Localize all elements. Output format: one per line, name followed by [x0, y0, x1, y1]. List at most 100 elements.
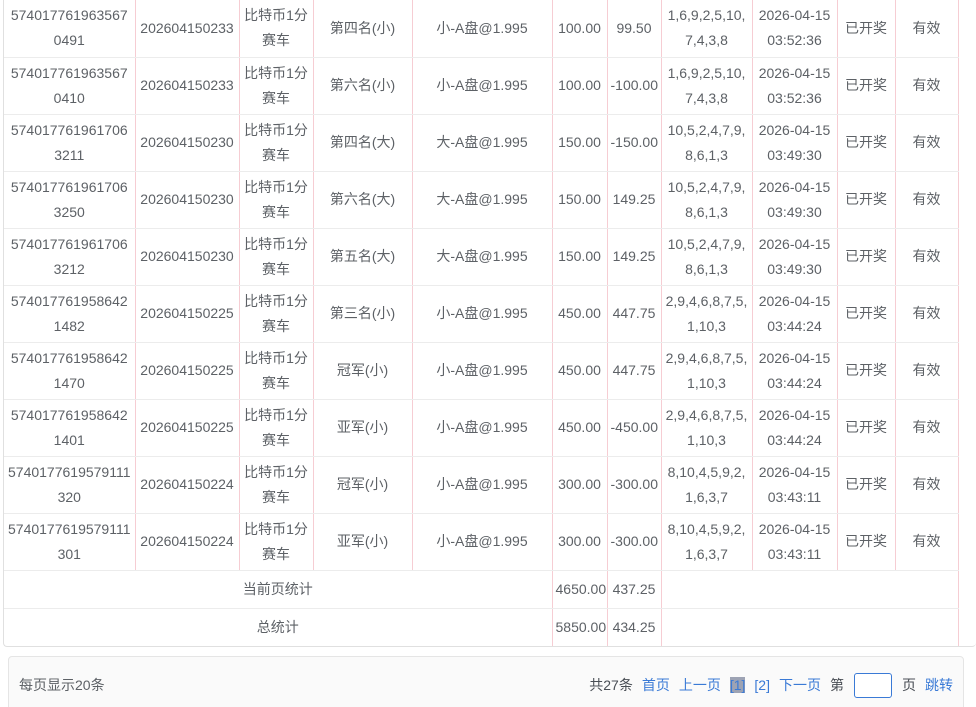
- cell-profit: 447.75: [607, 342, 661, 399]
- cell-plate-odds: 小-A盘@1.995: [412, 342, 552, 399]
- cell-period: 202604150233: [135, 0, 239, 57]
- cell-period: 202604150225: [135, 285, 239, 342]
- cell-bet-type: 第四名(小): [313, 0, 412, 57]
- cell-status: 已开奖: [837, 342, 895, 399]
- cell-status: 已开奖: [837, 285, 895, 342]
- cell-order-id: 5740177619617063250: [4, 171, 135, 228]
- cell-plate-odds: 小-A盘@1.995: [412, 57, 552, 114]
- table-body: 5740177619635670491202604150233比特币1分赛车第四…: [4, 0, 958, 646]
- cell-status: 已开奖: [837, 0, 895, 57]
- table-row: 5740177619635670491202604150233比特币1分赛车第四…: [4, 0, 958, 57]
- cell-draw-result: 8,10,4,5,9,2,1,6,3,7: [661, 456, 752, 513]
- cell-draw-time: 2026-04-15 03:43:11: [752, 513, 837, 570]
- cell-draw-time: 2026-04-15 03:52:36: [752, 57, 837, 114]
- cell-game-name: 比特币1分赛车: [239, 171, 313, 228]
- page-number-links: [1] [2]: [730, 677, 770, 693]
- jump-suffix-label: 页: [902, 675, 916, 695]
- cell-draw-time: 2026-04-15 03:44:24: [752, 285, 837, 342]
- cell-status: 已开奖: [837, 456, 895, 513]
- cell-amount: 450.00: [552, 285, 607, 342]
- cell-validity: 有效: [895, 285, 958, 342]
- cell-bet-type: 亚军(小): [313, 399, 412, 456]
- cell-plate-odds: 大-A盘@1.995: [412, 114, 552, 171]
- table-row: 5740177619617063250202604150230比特币1分赛车第六…: [4, 171, 958, 228]
- cell-status: 已开奖: [837, 114, 895, 171]
- cell-amount: 100.00: [552, 57, 607, 114]
- next-page-link[interactable]: 下一页: [779, 675, 821, 695]
- cell-amount: 150.00: [552, 228, 607, 285]
- summary-empty: [661, 570, 958, 608]
- cell-game-name: 比特币1分赛车: [239, 57, 313, 114]
- cell-game-name: 比特币1分赛车: [239, 456, 313, 513]
- prev-page-link[interactable]: 上一页: [679, 675, 721, 695]
- cell-order-id: 5740177619586421482: [4, 285, 135, 342]
- cell-order-id: 5740177619586421401: [4, 399, 135, 456]
- table-row: 5740177619586421401202604150225比特币1分赛车亚军…: [4, 399, 958, 456]
- first-page-link[interactable]: 首页: [642, 675, 670, 695]
- cell-amount: 150.00: [552, 171, 607, 228]
- cell-draw-result: 10,5,2,4,7,9,8,6,1,3: [661, 171, 752, 228]
- jump-link[interactable]: 跳转: [925, 675, 953, 695]
- pagination-controls: 共27条 首页 上一页 [1][2] 下一页 第 页 跳转: [589, 673, 953, 698]
- cell-order-id: 5740177619617063212: [4, 228, 135, 285]
- jump-prefix-label: 第: [830, 675, 844, 695]
- summary-amount: 4650.00: [552, 570, 607, 608]
- page-size-label: 每页显示20条: [19, 675, 105, 695]
- cell-draw-result: 8,10,4,5,9,2,1,6,3,7: [661, 513, 752, 570]
- cell-game-name: 比特币1分赛车: [239, 114, 313, 171]
- cell-plate-odds: 小-A盘@1.995: [412, 513, 552, 570]
- cell-bet-type: 亚军(小): [313, 513, 412, 570]
- cell-draw-time: 2026-04-15 03:44:24: [752, 399, 837, 456]
- table-row: 5740177619579111301202604150224比特币1分赛车亚军…: [4, 513, 958, 570]
- cell-status: 已开奖: [837, 513, 895, 570]
- cell-game-name: 比特币1分赛车: [239, 513, 313, 570]
- page-link-1[interactable]: [1]: [730, 677, 746, 693]
- table-row: 5740177619635670410202604150233比特币1分赛车第六…: [4, 57, 958, 114]
- cell-game-name: 比特币1分赛车: [239, 0, 313, 57]
- summary-empty: [661, 608, 958, 646]
- cell-status: 已开奖: [837, 228, 895, 285]
- cell-validity: 有效: [895, 0, 958, 57]
- cell-draw-result: 1,6,9,2,5,10,7,4,3,8: [661, 57, 752, 114]
- cell-profit: 149.25: [607, 228, 661, 285]
- cell-game-name: 比特币1分赛车: [239, 399, 313, 456]
- cell-plate-odds: 小-A盘@1.995: [412, 456, 552, 513]
- cell-plate-odds: 小-A盘@1.995: [412, 0, 552, 57]
- cell-period: 202604150233: [135, 57, 239, 114]
- cell-period: 202604150230: [135, 171, 239, 228]
- cell-bet-type: 第六名(小): [313, 57, 412, 114]
- cell-plate-odds: 小-A盘@1.995: [412, 399, 552, 456]
- cell-validity: 有效: [895, 114, 958, 171]
- cell-period: 202604150224: [135, 456, 239, 513]
- bet-records-table-wrap: 5740177619635670491202604150233比特币1分赛车第四…: [3, 0, 976, 647]
- cell-validity: 有效: [895, 456, 958, 513]
- cell-draw-result: 2,9,4,6,8,7,5,1,10,3: [661, 285, 752, 342]
- cell-plate-odds: 大-A盘@1.995: [412, 171, 552, 228]
- cell-draw-time: 2026-04-15 03:44:24: [752, 342, 837, 399]
- cell-bet-type: 第四名(大): [313, 114, 412, 171]
- cell-validity: 有效: [895, 399, 958, 456]
- table-row: 5740177619617063212202604150230比特币1分赛车第五…: [4, 228, 958, 285]
- cell-bet-type: 冠军(小): [313, 456, 412, 513]
- cell-plate-odds: 大-A盘@1.995: [412, 228, 552, 285]
- cell-profit: -300.00: [607, 456, 661, 513]
- table-row: 5740177619617063211202604150230比特币1分赛车第四…: [4, 114, 958, 171]
- cell-status: 已开奖: [837, 171, 895, 228]
- summary-label: 总统计: [4, 608, 552, 646]
- page-link-2[interactable]: [2]: [754, 677, 770, 693]
- cell-validity: 有效: [895, 171, 958, 228]
- cell-validity: 有效: [895, 228, 958, 285]
- cell-profit: 99.50: [607, 0, 661, 57]
- cell-validity: 有效: [895, 513, 958, 570]
- cell-profit: -150.00: [607, 114, 661, 171]
- cell-draw-time: 2026-04-15 03:52:36: [752, 0, 837, 57]
- summary-profit: 437.25: [607, 570, 661, 608]
- cell-validity: 有效: [895, 342, 958, 399]
- summary-label: 当前页统计: [4, 570, 552, 608]
- cell-plate-odds: 小-A盘@1.995: [412, 285, 552, 342]
- cell-amount: 300.00: [552, 513, 607, 570]
- cell-order-id: 5740177619579111301: [4, 513, 135, 570]
- cell-profit: 447.75: [607, 285, 661, 342]
- page-jump-input[interactable]: [854, 673, 892, 698]
- cell-bet-type: 第五名(大): [313, 228, 412, 285]
